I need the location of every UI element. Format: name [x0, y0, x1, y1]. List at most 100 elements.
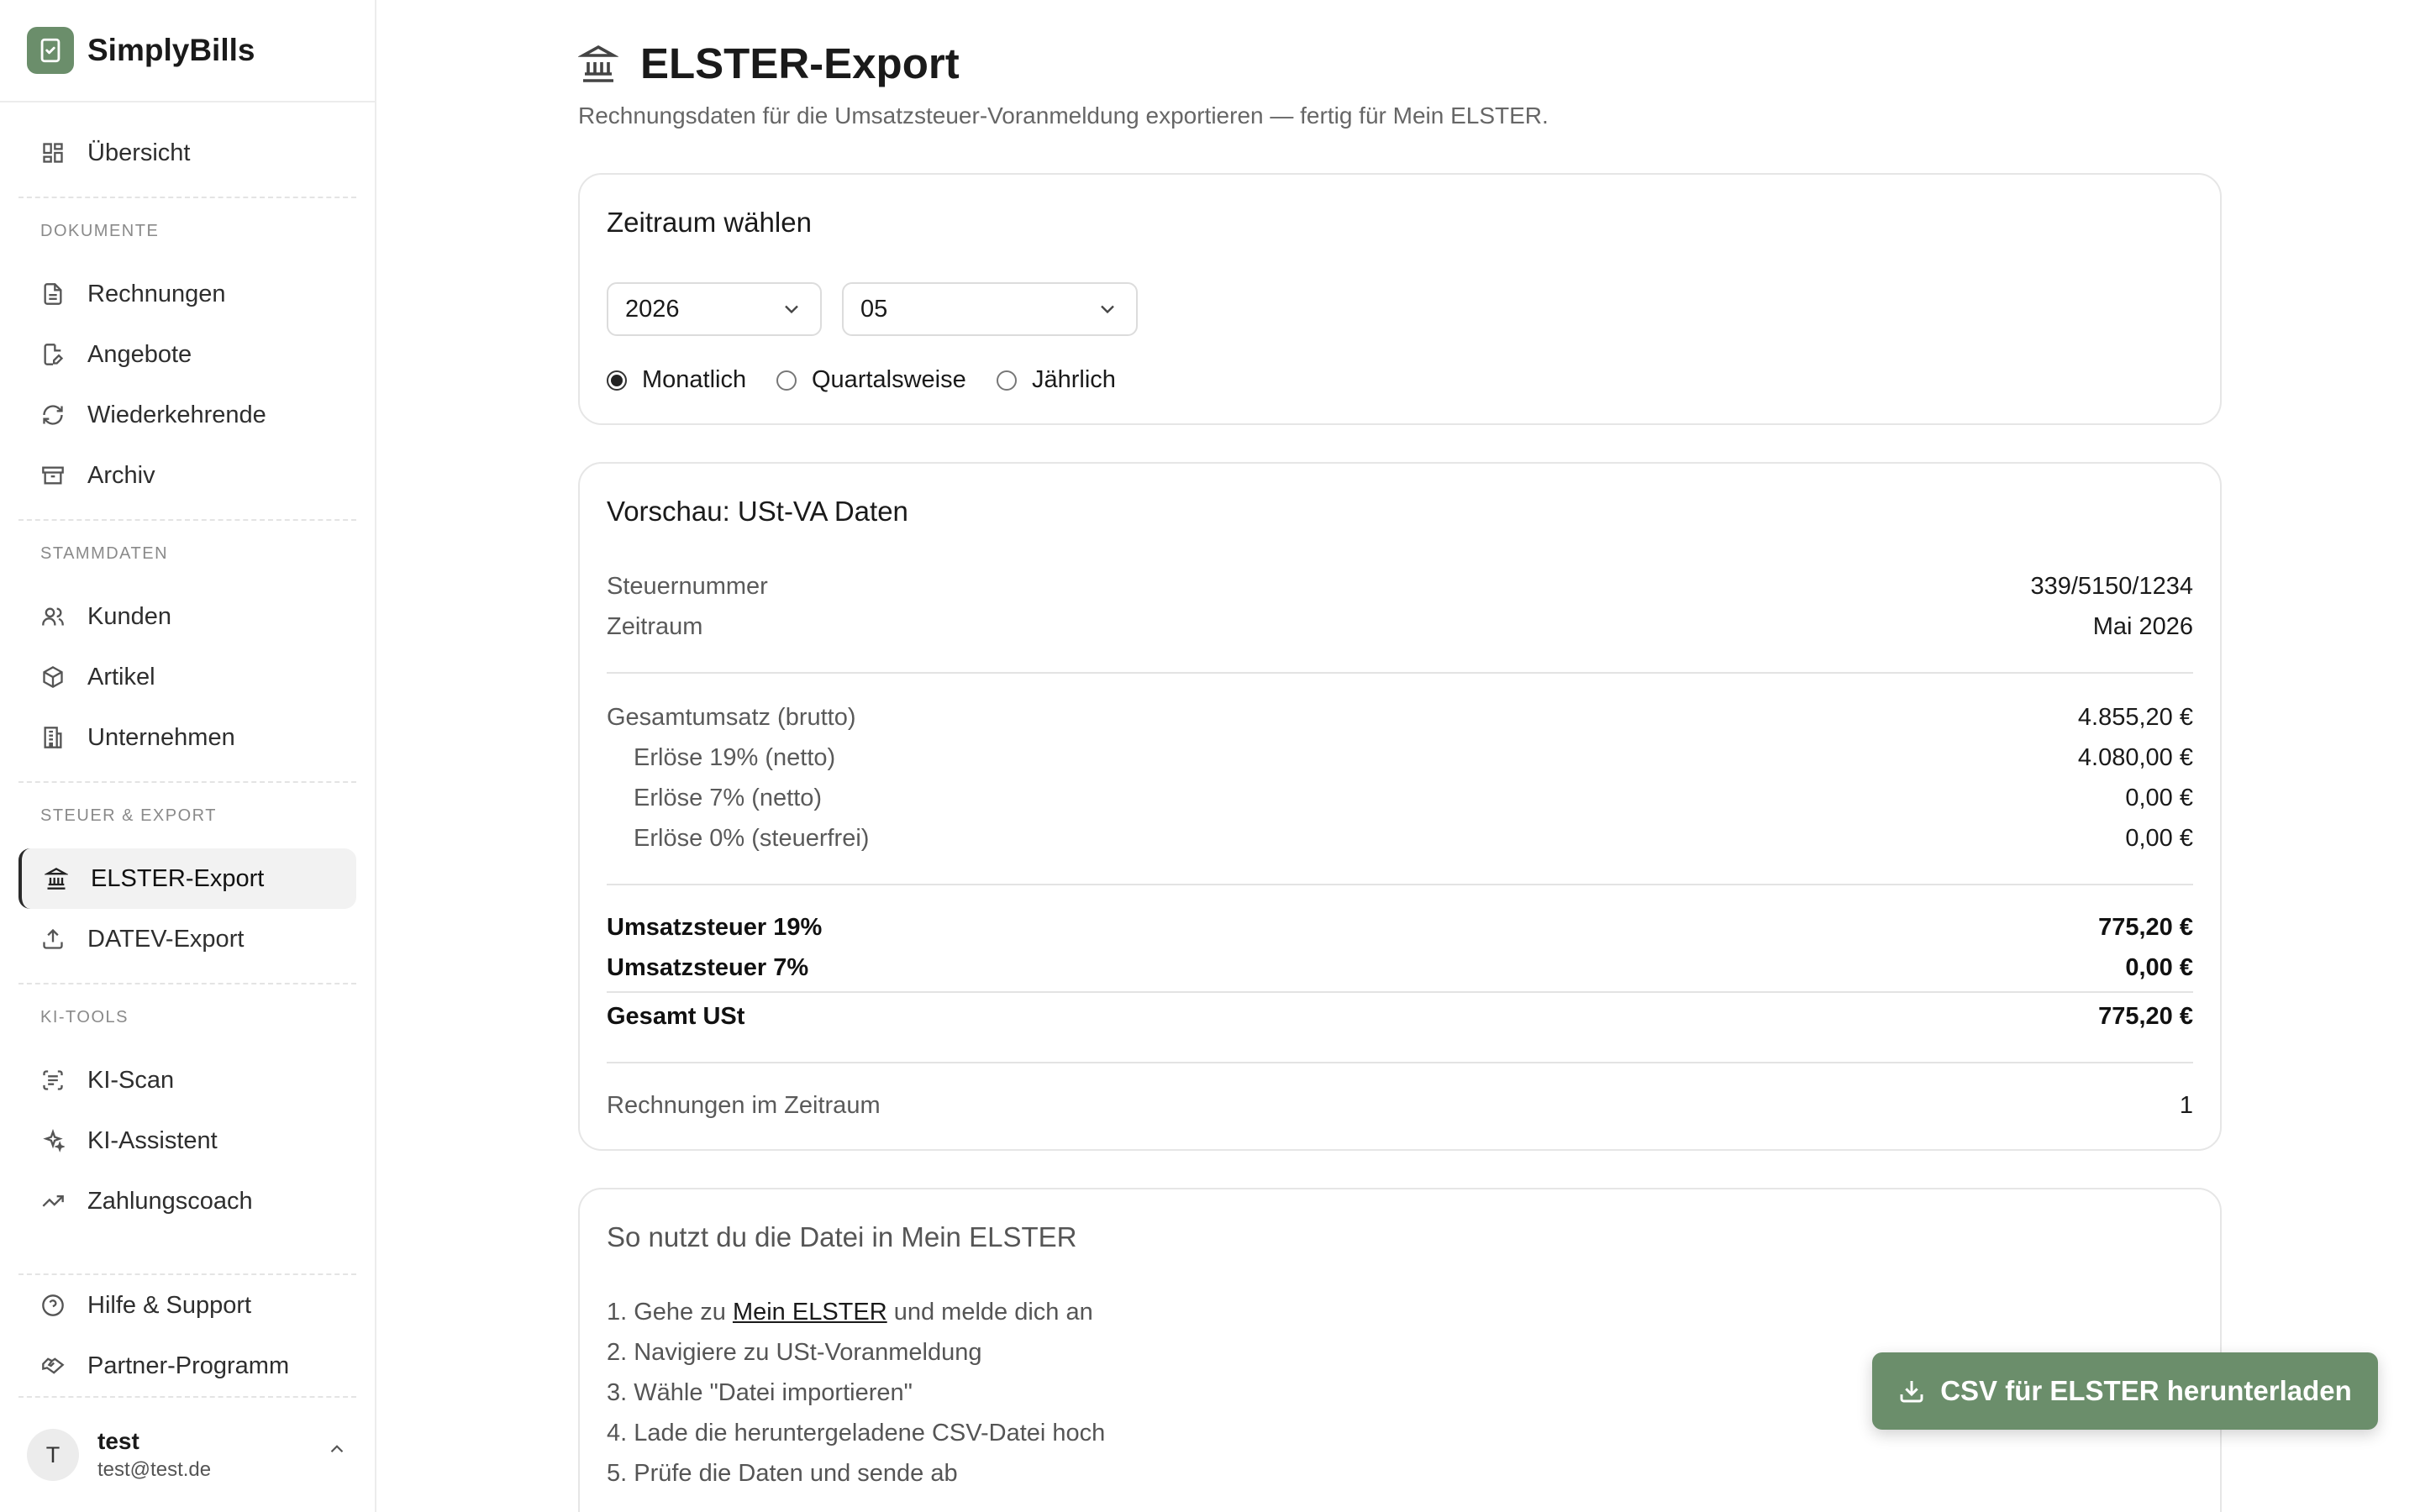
sidebar-item-label: Angebote	[87, 340, 192, 368]
row-label: Erlöse 0% (steuerfrei)	[634, 825, 870, 852]
radio-dot[interactable]	[776, 370, 797, 391]
row-label: Erlöse 19% (netto)	[634, 744, 836, 771]
row-value: 0,00 €	[2125, 785, 2193, 811]
upload-icon	[40, 927, 66, 952]
row-label: Steuernummer	[607, 573, 768, 600]
row-value: 0,00 €	[2125, 825, 2193, 852]
row-value: 0,00 €	[2125, 954, 2193, 981]
sidebar-item-archive[interactable]: Archiv	[18, 445, 356, 506]
sidebar: SimplyBills Übersicht DOKUMENTE Rechnung…	[0, 0, 376, 1512]
brand[interactable]: SimplyBills	[0, 0, 375, 102]
users-icon	[40, 604, 66, 629]
sidebar-item-label: Rechnungen	[87, 280, 226, 307]
row-label: Umsatzsteuer 7%	[607, 954, 809, 981]
chevron-up-icon[interactable]	[326, 1438, 348, 1466]
user-menu[interactable]: T test test@test.de	[18, 1420, 356, 1490]
row-value: Mai 2026	[2092, 613, 2193, 640]
sidebar-item-coach[interactable]: Zahlungscoach	[18, 1171, 356, 1231]
sidebar-item-partner[interactable]: Partner-Programm	[18, 1336, 356, 1396]
section-label-ai: KI-TOOLS	[40, 1008, 129, 1026]
howto-card: So nutzt du die Datei in Mein ELSTER 1. …	[578, 1188, 2222, 1512]
download-csv-button[interactable]: CSV für ELSTER herunterladen	[1872, 1352, 2378, 1430]
sidebar-item-label: KI-Assistent	[87, 1126, 218, 1154]
row-rev7: Erlöse 7% (netto) 0,00 €	[607, 785, 2193, 812]
radio-monthly[interactable]: Monatlich	[607, 366, 746, 394]
handshake-icon	[40, 1353, 66, 1378]
howto-step-4: 4. Lade die heruntergeladene CSV-Datei h…	[607, 1420, 1106, 1446]
row-value: 339/5150/1234	[2030, 573, 2193, 600]
download-icon	[1898, 1378, 1925, 1404]
divider	[18, 1396, 356, 1398]
trending-up-icon	[40, 1189, 66, 1214]
user-name: test	[97, 1428, 139, 1454]
refresh-icon	[40, 402, 66, 428]
sidebar-item-company[interactable]: Unternehmen	[18, 707, 356, 768]
row-label: Erlöse 7% (netto)	[634, 785, 823, 811]
radio-quarterly[interactable]: Quartalsweise	[776, 366, 966, 394]
sidebar-item-label: Hilfe & Support	[87, 1291, 252, 1319]
howto-step-5: 5. Prüfe die Daten und sende ab	[607, 1460, 958, 1487]
sidebar-item-label: Artikel	[87, 663, 155, 690]
step-text: 1. Gehe zu	[607, 1299, 733, 1326]
sidebar-item-kiscan[interactable]: KI-Scan	[18, 1050, 356, 1110]
row-tax-number: Steuernummer 339/5150/1234	[607, 573, 2193, 601]
sidebar-item-articles[interactable]: Artikel	[18, 647, 356, 707]
sidebar-item-recurring[interactable]: Wiederkehrende	[18, 385, 356, 445]
landmark-icon	[578, 44, 618, 84]
radio-dot-checked[interactable]	[607, 370, 627, 391]
row-period: Zeitraum Mai 2026	[607, 613, 2193, 641]
sidebar-item-invoices[interactable]: Rechnungen	[18, 264, 356, 324]
sidebar-item-elster[interactable]: ELSTER-Export	[18, 848, 356, 909]
sidebar-item-datev[interactable]: DATEV-Export	[18, 909, 356, 969]
row-value: 775,20 €	[2098, 1003, 2193, 1030]
month-select[interactable]: 05	[842, 282, 1138, 336]
sidebar-item-overview[interactable]: Übersicht	[18, 123, 356, 183]
sidebar-item-label: Kunden	[87, 602, 171, 630]
card-title: So nutzt du die Datei in Mein ELSTER	[607, 1221, 1077, 1252]
row-total-vat: Gesamt USt 775,20 €	[607, 1003, 2193, 1031]
radio-label: Jährlich	[1032, 366, 1116, 393]
file-edit-icon	[40, 342, 66, 367]
sidebar-item-label: Zahlungscoach	[87, 1187, 253, 1215]
row-value: 775,20 €	[2098, 914, 2193, 941]
section-label-tax: STEUER & EXPORT	[40, 806, 217, 825]
sidebar-item-label: Partner-Programm	[87, 1352, 290, 1379]
card-title: Zeitraum wählen	[607, 207, 812, 238]
radio-yearly[interactable]: Jährlich	[997, 366, 1116, 394]
divider	[607, 672, 2193, 674]
sidebar-item-label: DATEV-Export	[87, 925, 245, 953]
divider	[607, 1062, 2193, 1063]
sidebar-item-label: ELSTER-Export	[91, 864, 265, 892]
sidebar-item-offers[interactable]: Angebote	[18, 324, 356, 385]
help-circle-icon	[40, 1293, 66, 1318]
howto-step-2: 2. Navigiere zu USt-Voranmeldung	[607, 1339, 982, 1366]
row-invoice-count: Rechnungen im Zeitraum 1	[607, 1092, 2193, 1120]
mein-elster-link[interactable]: Mein ELSTER	[733, 1299, 887, 1326]
period-card: Zeitraum wählen 2026 05 Monatlich Quarta…	[578, 173, 2222, 425]
page-title: ELSTER-Export	[578, 39, 960, 88]
row-rev19: Erlöse 19% (netto) 4.080,00 €	[607, 744, 2193, 772]
divider	[607, 884, 2193, 885]
building-icon	[40, 725, 66, 750]
divider	[607, 991, 2193, 993]
page-subtitle: Rechnungsdaten für die Umsatzsteuer-Vora…	[578, 102, 1549, 129]
sidebar-item-help[interactable]: Hilfe & Support	[18, 1275, 356, 1336]
row-label: Rechnungen im Zeitraum	[607, 1092, 881, 1119]
main-content: ELSTER-Export Rechnungsdaten für die Ums…	[376, 0, 2420, 1512]
sidebar-item-kiassistant[interactable]: KI-Assistent	[18, 1110, 356, 1171]
row-gross: Gesamtumsatz (brutto) 4.855,20 €	[607, 704, 2193, 732]
row-rev0: Erlöse 0% (steuerfrei) 0,00 €	[607, 825, 2193, 853]
file-text-icon	[40, 281, 66, 307]
sidebar-item-customers[interactable]: Kunden	[18, 586, 356, 647]
chevron-down-icon	[1096, 297, 1119, 328]
section-label-masterdata: STAMMDATEN	[40, 544, 169, 563]
radio-dot[interactable]	[997, 370, 1017, 391]
divider	[18, 197, 356, 198]
avatar: T	[27, 1429, 79, 1481]
year-select[interactable]: 2026	[607, 282, 822, 336]
howto-step-3: 3. Wähle "Datei importieren"	[607, 1379, 913, 1406]
row-vat7: Umsatzsteuer 7% 0,00 €	[607, 954, 2193, 982]
radio-label: Monatlich	[642, 366, 747, 393]
row-value: 4.855,20 €	[2077, 704, 2193, 731]
scan-icon	[40, 1068, 66, 1093]
